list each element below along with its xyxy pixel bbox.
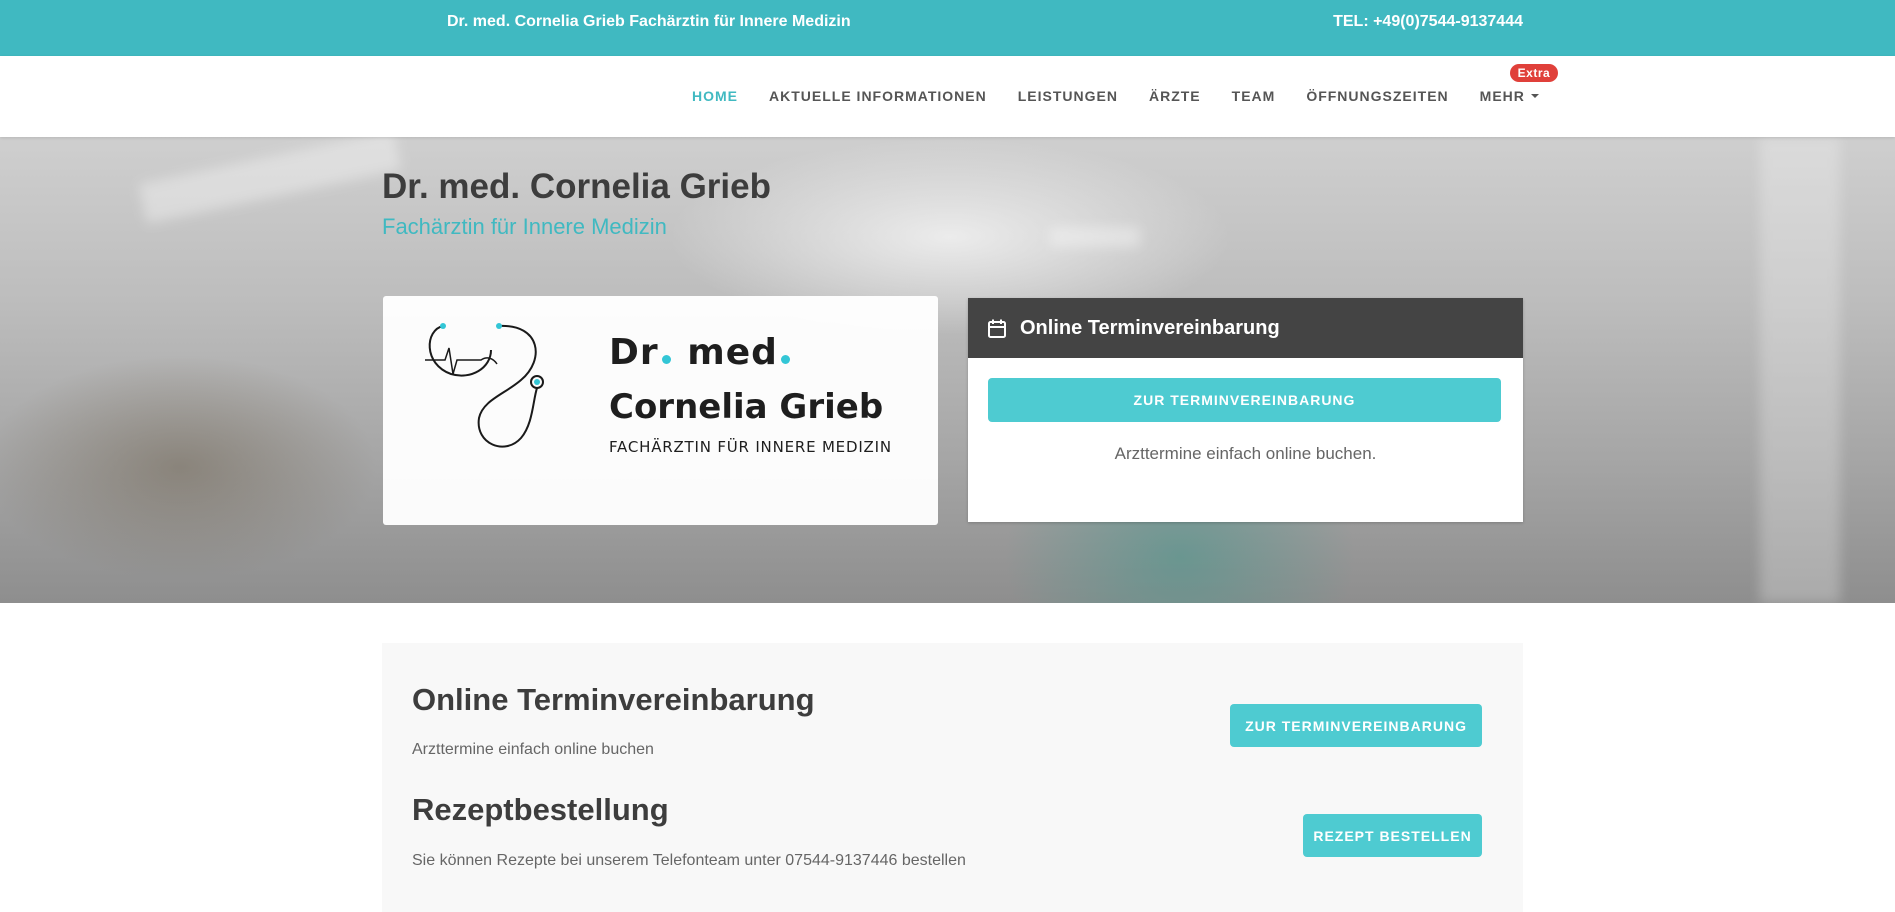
book-appointment-button-secondary[interactable]: ZUR TERMINVEREINBARUNG — [1230, 704, 1482, 747]
nav-item-home[interactable]: HOME — [692, 88, 738, 104]
logo-line-2: Cornelia Grieb — [609, 387, 884, 427]
nav-item-aerzte[interactable]: ÄRZTE — [1149, 88, 1201, 104]
nav-item-oeffnungszeiten[interactable]: ÖFFNUNGSZEITEN — [1306, 88, 1448, 104]
logo-line-3: FACHÄRZTIN FÜR INNERE MEDIZIN — [609, 438, 892, 456]
section-text-rezept: Sie können Rezepte bei unserem Telefonte… — [412, 852, 966, 869]
nav-item-team[interactable]: TEAM — [1232, 88, 1276, 104]
practice-logo: Dr med Cornelia Grieb FACHÄRZTIN FÜR INN… — [383, 296, 938, 525]
nav-item-mehr[interactable]: MEHR Extra — [1479, 64, 1559, 104]
calendar-icon — [988, 319, 1006, 338]
logo-dr: Dr — [609, 332, 659, 373]
appointment-card-title: Online Terminvereinbarung — [1020, 316, 1280, 339]
appointment-card-header: Online Terminvereinbarung — [968, 298, 1523, 358]
nav-item-leistungen[interactable]: LEISTUNGEN — [1018, 88, 1118, 104]
hero-section: Dr. med. Cornelia Grieb Fachärztin für I… — [0, 137, 1895, 603]
section-heading-rezept: Rezeptbestellung — [412, 792, 669, 827]
main-navbar: HOME AKTUELLE INFORMATIONEN LEISTUNGEN Ä… — [0, 56, 1895, 137]
top-bar-phone[interactable]: TEL: +49(0)7544-9137444 — [1333, 13, 1523, 31]
caret-down-icon — [1530, 94, 1539, 98]
section-heading-online-termin: Online Terminvereinbarung — [412, 682, 815, 717]
hero-title: Dr. med. Cornelia Grieb — [382, 167, 771, 206]
background-streak — [138, 137, 402, 224]
top-bar-title: Dr. med. Cornelia Grieb Fachärztin für I… — [447, 13, 851, 30]
appointment-card: Online Terminvereinbarung ZUR TERMINVERE… — [968, 298, 1523, 522]
nav-item-mehr-label: MEHR — [1479, 88, 1525, 104]
appointment-card-text: Arzttermine einfach online buchen. — [1114, 444, 1377, 463]
extra-badge: Extra — [1509, 64, 1559, 82]
logo-med: med — [687, 332, 778, 373]
hero-subtitle: Fachärztin für Innere Medizin — [382, 214, 667, 239]
main-nav: HOME AKTUELLE INFORMATIONEN LEISTUNGEN Ä… — [692, 64, 1559, 104]
order-prescription-button[interactable]: REZEPT BESTELLEN — [1303, 814, 1482, 857]
logo-dot — [780, 355, 790, 364]
background-streak — [1050, 227, 1140, 247]
nav-item-aktuelle-informationen[interactable]: AKTUELLE INFORMATIONEN — [769, 88, 987, 104]
background-streak — [1760, 137, 1840, 603]
logo-line-1: Dr med — [609, 332, 793, 373]
top-bar: Dr. med. Cornelia Grieb Fachärztin für I… — [0, 0, 1895, 56]
section-text-online-termin: Arzttermine einfach online buchen — [412, 741, 654, 758]
stethoscope-icon — [425, 323, 544, 448]
services-panel: Online Terminvereinbarung Arzttermine ei… — [382, 643, 1523, 912]
book-appointment-button[interactable]: ZUR TERMINVEREINBARUNG — [988, 378, 1501, 422]
logo-dot — [661, 355, 671, 364]
